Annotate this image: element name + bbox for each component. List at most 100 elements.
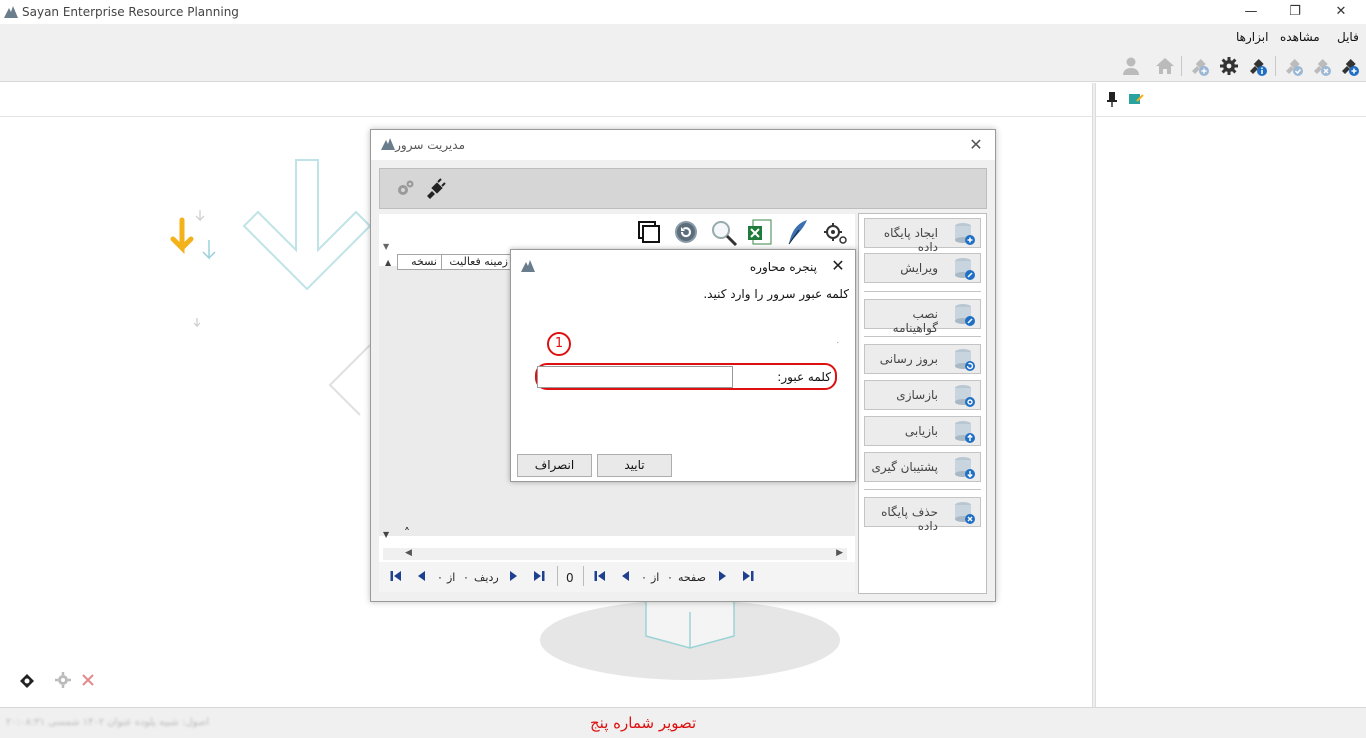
nav-page-of: از bbox=[651, 571, 660, 584]
side-separator bbox=[864, 489, 981, 490]
workspace-tabbar bbox=[0, 83, 1092, 117]
restore-database-label: بازیابی bbox=[904, 424, 938, 438]
side-separator bbox=[864, 291, 981, 292]
close-button[interactable]: ✕ bbox=[1326, 2, 1356, 22]
server-manager-toolbar bbox=[379, 168, 987, 209]
server-manager-titlebar: مدیریت سرور ✕ bbox=[371, 130, 995, 160]
database-add-icon bbox=[955, 223, 975, 245]
title-bar: Sayan Enterprise Resource Planning — ❐ ✕ bbox=[0, 0, 1366, 24]
status-bar: اصول: شبیه پلوده عنوان ۱۴۰۲ شمسی ۲۰:۰۸:۳… bbox=[0, 707, 1366, 738]
delete-database-label: حذف پایگاه داده bbox=[881, 505, 938, 533]
theme-icon[interactable] bbox=[18, 671, 36, 689]
grid-header-version[interactable]: نسخه bbox=[397, 254, 441, 270]
side-panel-header bbox=[1096, 83, 1366, 117]
close-small-icon[interactable] bbox=[80, 672, 96, 688]
nav-separator bbox=[583, 566, 584, 586]
connect-info-icon[interactable] bbox=[1246, 55, 1268, 77]
minimize-button[interactable]: — bbox=[1236, 2, 1266, 22]
nav-last-page-icon[interactable] bbox=[741, 569, 755, 583]
app-logo-icon bbox=[4, 6, 18, 18]
dialog-close-button[interactable]: ✕ bbox=[827, 255, 849, 277]
pin-icon[interactable] bbox=[1106, 91, 1118, 107]
side-separator bbox=[864, 336, 981, 337]
menu-file[interactable]: فایل bbox=[1337, 30, 1359, 44]
nav-prev-page-icon[interactable] bbox=[619, 569, 633, 583]
nav-row-label: ردیف bbox=[474, 571, 499, 584]
grid-scroll-down-icon[interactable]: ▼ bbox=[383, 242, 389, 251]
database-update-icon bbox=[955, 349, 975, 371]
menu-view[interactable]: مشاهده bbox=[1280, 30, 1320, 44]
user-icon[interactable] bbox=[1120, 55, 1142, 77]
connect-remove-icon[interactable] bbox=[1310, 55, 1332, 77]
ok-button[interactable]: تایید bbox=[597, 454, 672, 477]
rebuild-database-label: بازسازی bbox=[896, 388, 938, 402]
edit-database-label: ویرایش bbox=[900, 261, 938, 275]
nav-row-value: ۰ bbox=[463, 571, 469, 584]
install-certificate-button[interactable]: نصب گواهینامه bbox=[864, 299, 981, 335]
nav-last-row-icon[interactable] bbox=[532, 569, 546, 583]
figure-caption: تصویر شماره پنج bbox=[590, 714, 697, 732]
toolbar-separator bbox=[1275, 56, 1276, 76]
grid-scroll-down-icon[interactable]: ▼ bbox=[383, 530, 389, 539]
dialog-title: پنجره محاوره bbox=[749, 260, 817, 274]
gear-small-icon[interactable] bbox=[54, 671, 72, 689]
status-text: اصول: شبیه پلوده عنوان ۱۴۰۲ شمسی ۲۰:۰۸:۳… bbox=[6, 717, 210, 728]
dialog-message: کلمه عبور سرور را وارد کنید. bbox=[703, 287, 849, 301]
grid-horizontal-scrollbar[interactable]: ◀ ▶ bbox=[383, 548, 847, 560]
connect-check-icon[interactable] bbox=[1282, 55, 1304, 77]
restore-button[interactable]: ❐ bbox=[1280, 2, 1310, 22]
restore-database-button[interactable]: بازیابی bbox=[864, 416, 981, 446]
update-database-label: بروز رسانی bbox=[879, 352, 938, 366]
nav-count: 0 bbox=[566, 571, 574, 585]
settings-gear-icon[interactable] bbox=[1218, 55, 1240, 77]
dialog-dot: . bbox=[836, 336, 839, 345]
nav-next-page-icon[interactable] bbox=[715, 569, 729, 583]
server-manager-title: مدیریت سرور bbox=[395, 138, 465, 152]
edit-database-button[interactable]: ویرایش bbox=[864, 253, 981, 283]
password-label: کلمه عبور: bbox=[777, 370, 831, 384]
unpin-window-icon[interactable] bbox=[1128, 91, 1144, 107]
settings-icon[interactable] bbox=[821, 218, 849, 246]
database-certificate-icon bbox=[955, 304, 975, 326]
grid-sort-up-icon[interactable]: ▲ bbox=[385, 258, 391, 267]
nav-first-row-icon[interactable] bbox=[389, 569, 403, 583]
nav-row-total: ۰ bbox=[437, 571, 443, 584]
menu-tools[interactable]: ابزارها bbox=[1236, 30, 1268, 44]
home-icon[interactable] bbox=[1154, 55, 1176, 77]
rebuild-database-button[interactable]: بازسازی bbox=[864, 380, 981, 410]
excel-export-icon[interactable] bbox=[747, 218, 773, 246]
database-rebuild-icon bbox=[955, 385, 975, 407]
nav-row-of: از bbox=[447, 571, 456, 584]
password-input[interactable] bbox=[537, 366, 733, 388]
grid-collapse-icon[interactable]: ˄ bbox=[404, 526, 410, 540]
connect-add-icon[interactable] bbox=[1338, 55, 1360, 77]
toolbar-separator bbox=[1181, 56, 1182, 76]
plug-icon[interactable] bbox=[424, 178, 446, 200]
update-database-button[interactable]: بروز رسانی bbox=[864, 344, 981, 374]
database-backup-icon bbox=[955, 457, 975, 479]
nav-prev-row-icon[interactable] bbox=[415, 569, 429, 583]
settings-disabled-icon[interactable] bbox=[394, 178, 416, 200]
search-icon[interactable] bbox=[709, 218, 739, 248]
nav-separator bbox=[557, 566, 558, 586]
delete-database-button[interactable]: حذف پایگاه داده bbox=[864, 497, 981, 533]
cancel-button[interactable]: انصراف bbox=[517, 454, 592, 477]
app-logo-icon bbox=[381, 138, 395, 150]
backup-database-label: پشتیبان گیری bbox=[871, 460, 938, 474]
edit-quill-icon[interactable] bbox=[785, 218, 811, 246]
install-certificate-label: نصب گواهینامه bbox=[892, 307, 938, 335]
backup-database-button[interactable]: پشتیبان گیری bbox=[864, 452, 981, 482]
connect-add-disabled-icon[interactable] bbox=[1188, 55, 1210, 77]
database-edit-icon bbox=[955, 258, 975, 280]
nav-page-value: ۰ bbox=[667, 571, 673, 584]
database-delete-icon bbox=[955, 502, 975, 524]
server-manager-close-button[interactable]: ✕ bbox=[965, 134, 987, 156]
nav-next-row-icon[interactable] bbox=[506, 569, 520, 583]
copy-icon[interactable] bbox=[637, 220, 661, 244]
grid-header-activity[interactable]: زمینه فعالیت bbox=[441, 254, 513, 270]
step-number-badge: 1 bbox=[547, 332, 571, 356]
refresh-icon[interactable] bbox=[673, 219, 699, 245]
nav-first-page-icon[interactable] bbox=[593, 569, 607, 583]
create-database-button[interactable]: ایجاد پایگاه داده bbox=[864, 218, 981, 254]
password-dialog: پنجره محاوره ✕ کلمه عبور سرور را وارد کن… bbox=[510, 249, 856, 482]
